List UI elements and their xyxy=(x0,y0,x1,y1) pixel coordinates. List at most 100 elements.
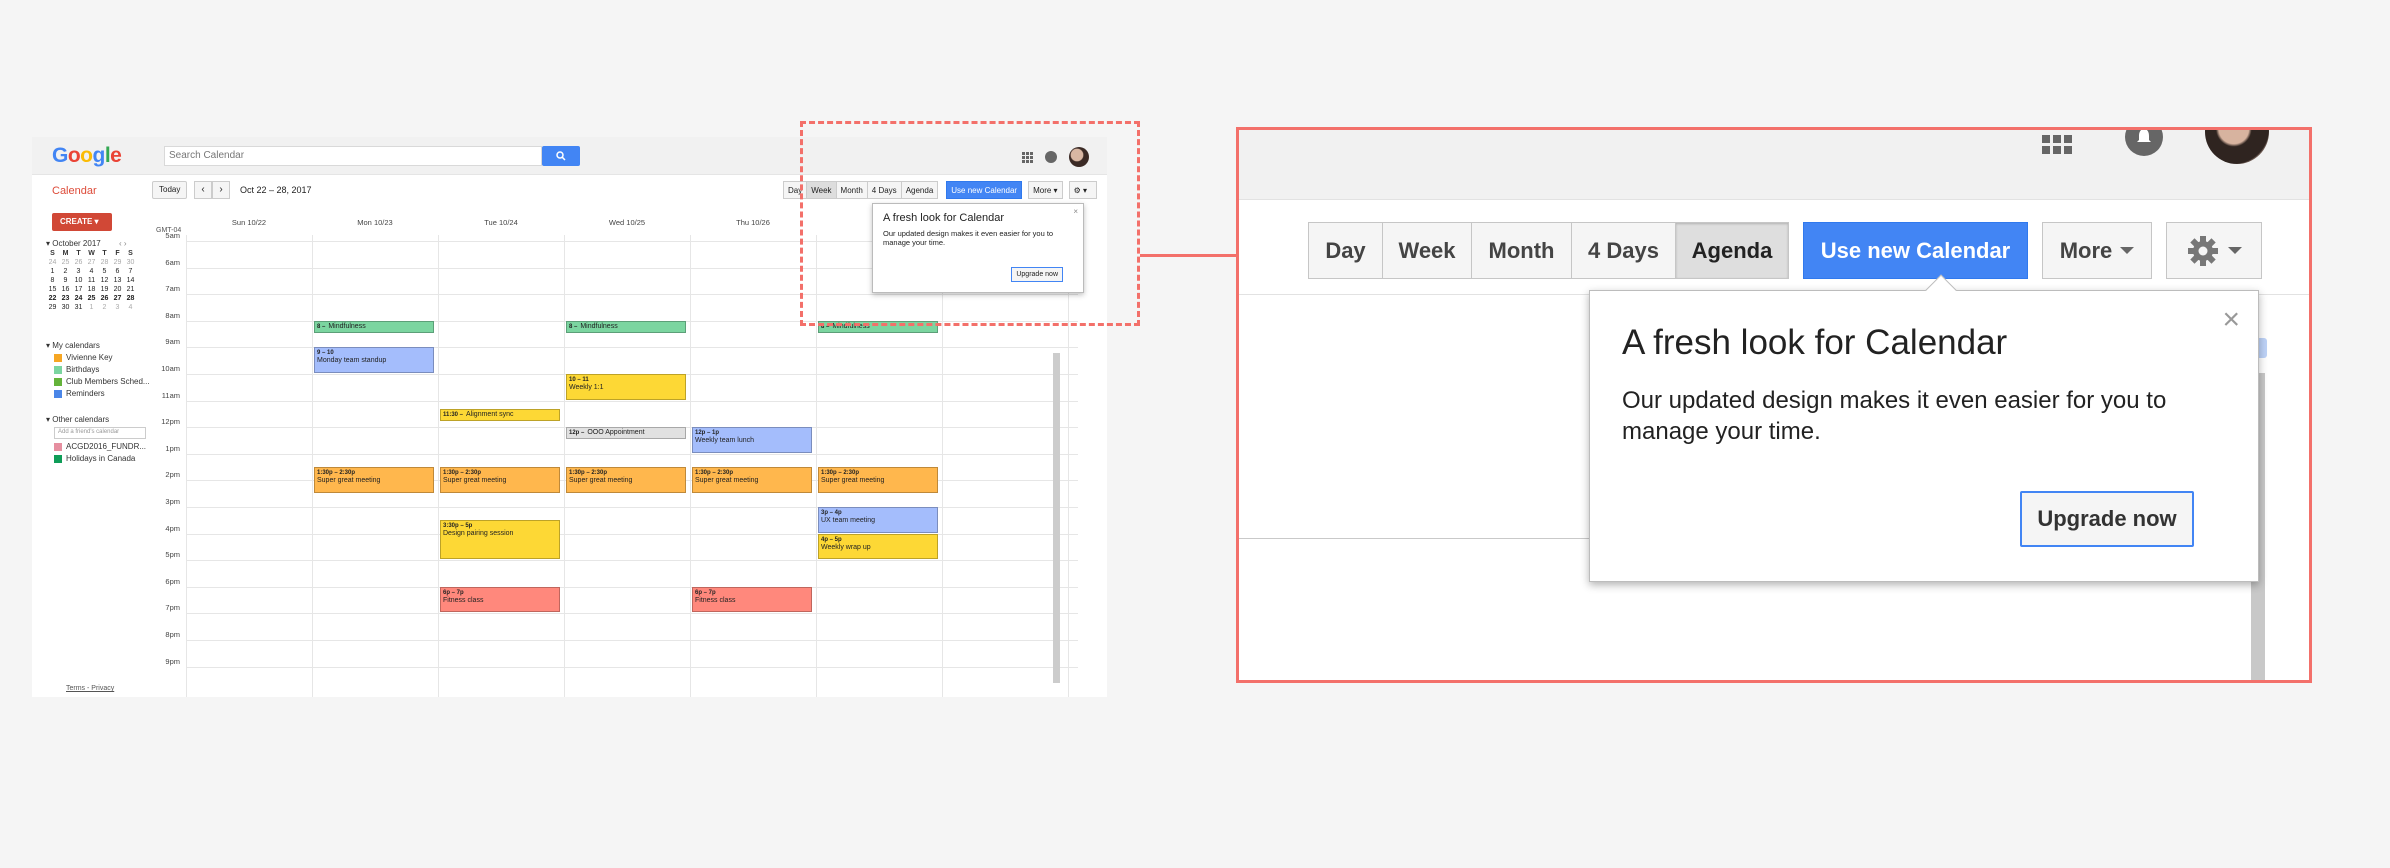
calendar-event[interactable]: 12p – OOO Appointment xyxy=(566,427,686,440)
mini-month-day[interactable]: 27 xyxy=(111,295,124,302)
mini-month-day[interactable]: 24 xyxy=(72,295,85,302)
my-calendar-item[interactable]: Reminders xyxy=(54,389,150,398)
apps-grid-icon[interactable] xyxy=(2042,135,2072,154)
mini-month-day[interactable]: 5 xyxy=(98,268,111,275)
calendar-event[interactable]: 9 – 10 Monday team standup xyxy=(314,347,434,373)
mini-month-day[interactable]: 21 xyxy=(124,286,137,293)
calendar-event[interactable]: 1:30p – 2:30p Super great meeting xyxy=(440,467,560,493)
calendar-event[interactable]: 11:30 – Alignment sync xyxy=(440,408,560,421)
mini-month-day[interactable]: 2 xyxy=(98,304,111,311)
mini-month-day[interactable]: 25 xyxy=(59,259,72,266)
create-button[interactable]: CREATE ▾ xyxy=(52,213,112,231)
terms-privacy-link[interactable]: Terms - Privacy xyxy=(66,685,114,692)
view-4days-button[interactable]: 4 Days xyxy=(1571,222,1676,279)
calendar-event[interactable]: 8 – Mindfulness xyxy=(566,320,686,334)
mini-month-day[interactable]: 25 xyxy=(85,295,98,302)
mini-month-day[interactable]: 6 xyxy=(111,268,124,275)
mini-month-day[interactable]: 7 xyxy=(124,268,137,275)
mini-month-day[interactable]: 12 xyxy=(98,277,111,284)
mini-month-day[interactable]: 19 xyxy=(98,286,111,293)
scrollbar[interactable] xyxy=(1053,353,1060,683)
google-logo[interactable]: Google xyxy=(52,144,122,168)
event-title: Super great meeting xyxy=(569,477,633,485)
my-calendars-title[interactable]: ▾ My calendars xyxy=(46,341,150,350)
mini-month-title[interactable]: ▾ October 2017 ‹ › xyxy=(46,239,146,248)
mini-month-day[interactable]: 28 xyxy=(98,259,111,266)
mini-month-day[interactable]: 1 xyxy=(85,304,98,311)
mini-month-day[interactable]: 28 xyxy=(124,295,137,302)
calendar-event[interactable]: 6p – 7p Fitness class xyxy=(440,586,560,613)
add-friend-calendar-input[interactable]: Add a friend's calendar xyxy=(54,427,146,439)
day-header[interactable]: Tue 10/24 xyxy=(438,218,564,227)
day-header[interactable]: Sun 10/22 xyxy=(186,218,312,227)
next-button[interactable]: › xyxy=(212,181,230,199)
mini-month-day[interactable]: 8 xyxy=(46,277,59,284)
view-agenda-button[interactable]: Agenda xyxy=(1675,222,1789,279)
mini-month-day[interactable]: 2 xyxy=(59,268,72,275)
hour-label: 9pm xyxy=(165,656,180,666)
view-day-button[interactable]: Day xyxy=(1308,222,1383,279)
avatar[interactable] xyxy=(2205,130,2269,164)
my-calendar-item[interactable]: Birthdays xyxy=(54,365,150,374)
mini-month-day[interactable]: 31 xyxy=(72,304,85,311)
my-calendar-item[interactable]: Club Members Sched... xyxy=(54,377,150,386)
mini-month-day[interactable]: 30 xyxy=(124,259,137,266)
settings-button[interactable] xyxy=(2166,222,2262,279)
calendar-event[interactable]: 1:30p – 2:30p Super great meeting xyxy=(692,467,812,493)
mini-month-day[interactable]: 17 xyxy=(72,286,85,293)
upgrade-now-button[interactable]: Upgrade now xyxy=(2020,491,2194,547)
app-title[interactable]: Calendar xyxy=(52,185,97,197)
day-header[interactable]: Mon 10/23 xyxy=(312,218,438,227)
view-week-button[interactable]: Week xyxy=(1382,222,1472,279)
mini-month-day[interactable]: 3 xyxy=(111,304,124,311)
other-calendars-title[interactable]: ▾ Other calendars xyxy=(46,415,146,424)
calendar-event[interactable]: 12p – 1p Weekly team lunch xyxy=(692,427,812,453)
day-header[interactable]: Thu 10/26 xyxy=(690,218,816,227)
calendar-event[interactable]: 1:30p – 2:30p Super great meeting xyxy=(314,467,434,493)
mini-month-day[interactable]: 29 xyxy=(111,259,124,266)
mini-month-day[interactable]: 3 xyxy=(72,268,85,275)
other-calendar-item[interactable]: ACGD2016_FUNDR... xyxy=(54,442,146,451)
notification-bell-icon[interactable] xyxy=(2125,130,2163,156)
view-month-button[interactable]: Month xyxy=(1471,222,1572,279)
more-button[interactable]: More xyxy=(2042,222,2152,279)
mini-month-day[interactable]: 14 xyxy=(124,277,137,284)
mini-month-day[interactable]: 4 xyxy=(124,304,137,311)
mini-month-day[interactable]: 22 xyxy=(46,295,59,302)
search-button[interactable] xyxy=(542,146,580,166)
my-calendar-item[interactable]: Vivienne Key xyxy=(54,353,150,362)
mini-month-day[interactable]: 15 xyxy=(46,286,59,293)
use-new-calendar-button[interactable]: Use new Calendar xyxy=(1803,222,2028,279)
mini-month-day[interactable]: 27 xyxy=(85,259,98,266)
calendar-event[interactable]: 3p – 4p UX team meeting xyxy=(818,507,938,533)
mini-month-day[interactable]: 4 xyxy=(85,268,98,275)
prev-button[interactable]: ‹ xyxy=(194,181,212,199)
mini-month-day[interactable]: 18 xyxy=(85,286,98,293)
calendar-event[interactable]: 8 – Mindfulness xyxy=(314,320,434,334)
calendar-event[interactable]: 6p – 7p Fitness class xyxy=(692,586,812,613)
calendar-event[interactable]: 4p – 5p Weekly wrap up xyxy=(818,533,938,560)
mini-month-day[interactable]: 26 xyxy=(98,295,111,302)
logo-letter: g xyxy=(92,144,106,167)
calendar-event[interactable]: 1:30p – 2:30p Super great meeting xyxy=(818,467,938,493)
other-calendar-item[interactable]: Holidays in Canada xyxy=(54,454,146,463)
event-time: 3:30p – 5p xyxy=(443,523,473,530)
search-input[interactable]: Search Calendar xyxy=(164,146,542,166)
mini-month-day[interactable]: 1 xyxy=(46,268,59,275)
mini-month-day[interactable]: 26 xyxy=(72,259,85,266)
mini-month-day[interactable]: 29 xyxy=(46,304,59,311)
mini-month-day[interactable]: 30 xyxy=(59,304,72,311)
today-button[interactable]: Today xyxy=(152,181,188,199)
calendar-event[interactable]: 1:30p – 2:30p Super great meeting xyxy=(566,467,686,493)
mini-month-day[interactable]: 13 xyxy=(111,277,124,284)
calendar-event[interactable]: 10 – 11 Weekly 1:1 xyxy=(566,374,686,400)
calendar-event[interactable]: 3:30p – 5p Design pairing session xyxy=(440,520,560,560)
mini-month-day[interactable]: 20 xyxy=(111,286,124,293)
mini-month-day[interactable]: 9 xyxy=(59,277,72,284)
mini-month-day[interactable]: 11 xyxy=(85,277,98,284)
mini-month-day[interactable]: 10 xyxy=(72,277,85,284)
day-header[interactable]: Wed 10/25 xyxy=(564,218,690,227)
mini-month-day[interactable]: 23 xyxy=(59,295,72,302)
mini-month-day[interactable]: 24 xyxy=(46,259,59,266)
mini-month-day[interactable]: 16 xyxy=(59,286,72,293)
